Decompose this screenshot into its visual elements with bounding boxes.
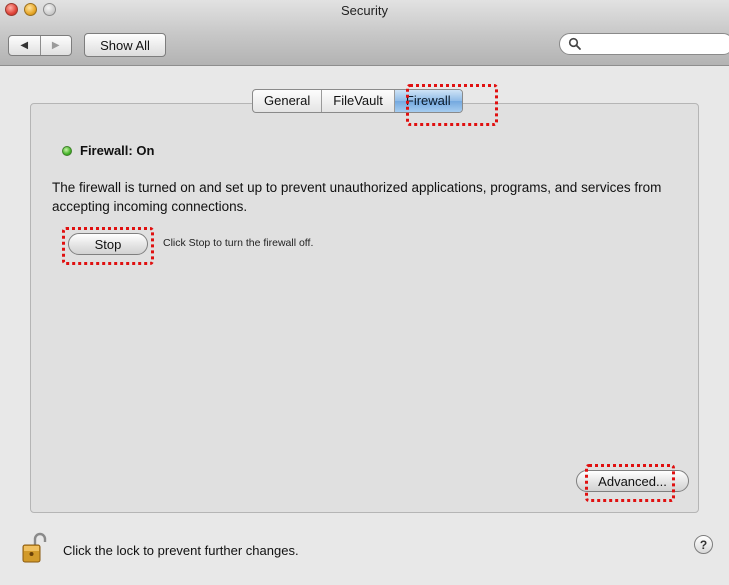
firewall-tab-panel — [30, 103, 699, 513]
forward-button[interactable]: ▶ — [41, 36, 72, 55]
firewall-status: Firewall: On — [62, 143, 154, 158]
stop-hint-text: Click Stop to turn the firewall off. — [163, 237, 314, 249]
tab-firewall[interactable]: Firewall — [394, 90, 462, 112]
search-input[interactable] — [559, 33, 729, 55]
advanced-button[interactable]: Advanced... — [576, 470, 689, 492]
back-button[interactable]: ◀ — [9, 36, 41, 55]
stop-firewall-button[interactable]: Stop — [68, 233, 148, 255]
forward-arrow-icon: ▶ — [51, 40, 60, 51]
tab-general[interactable]: General — [253, 90, 323, 112]
window-title: Security — [341, 3, 388, 18]
security-preferences-window: Security ◀ ▶ Show All General FileVault … — [0, 0, 729, 585]
firewall-status-label: Firewall: On — [80, 143, 155, 158]
tab-filevault[interactable]: FileVault — [322, 90, 395, 112]
help-button[interactable]: ? — [694, 535, 713, 554]
firewall-description: The firewall is turned on and set up to … — [52, 180, 662, 214]
magnifier-icon — [568, 37, 581, 50]
window-toolbar: Security ◀ ▶ Show All — [0, 0, 729, 66]
navigation-buttons: ◀ ▶ — [8, 35, 72, 56]
tab-bar: General FileVault Firewall — [252, 89, 463, 113]
status-indicator-icon — [62, 145, 72, 156]
back-arrow-icon: ◀ — [20, 40, 29, 51]
show-all-button[interactable]: Show All — [84, 33, 166, 57]
lock-instruction-text: Click the lock to prevent further change… — [63, 543, 299, 558]
lock-open-icon[interactable] — [21, 532, 49, 564]
